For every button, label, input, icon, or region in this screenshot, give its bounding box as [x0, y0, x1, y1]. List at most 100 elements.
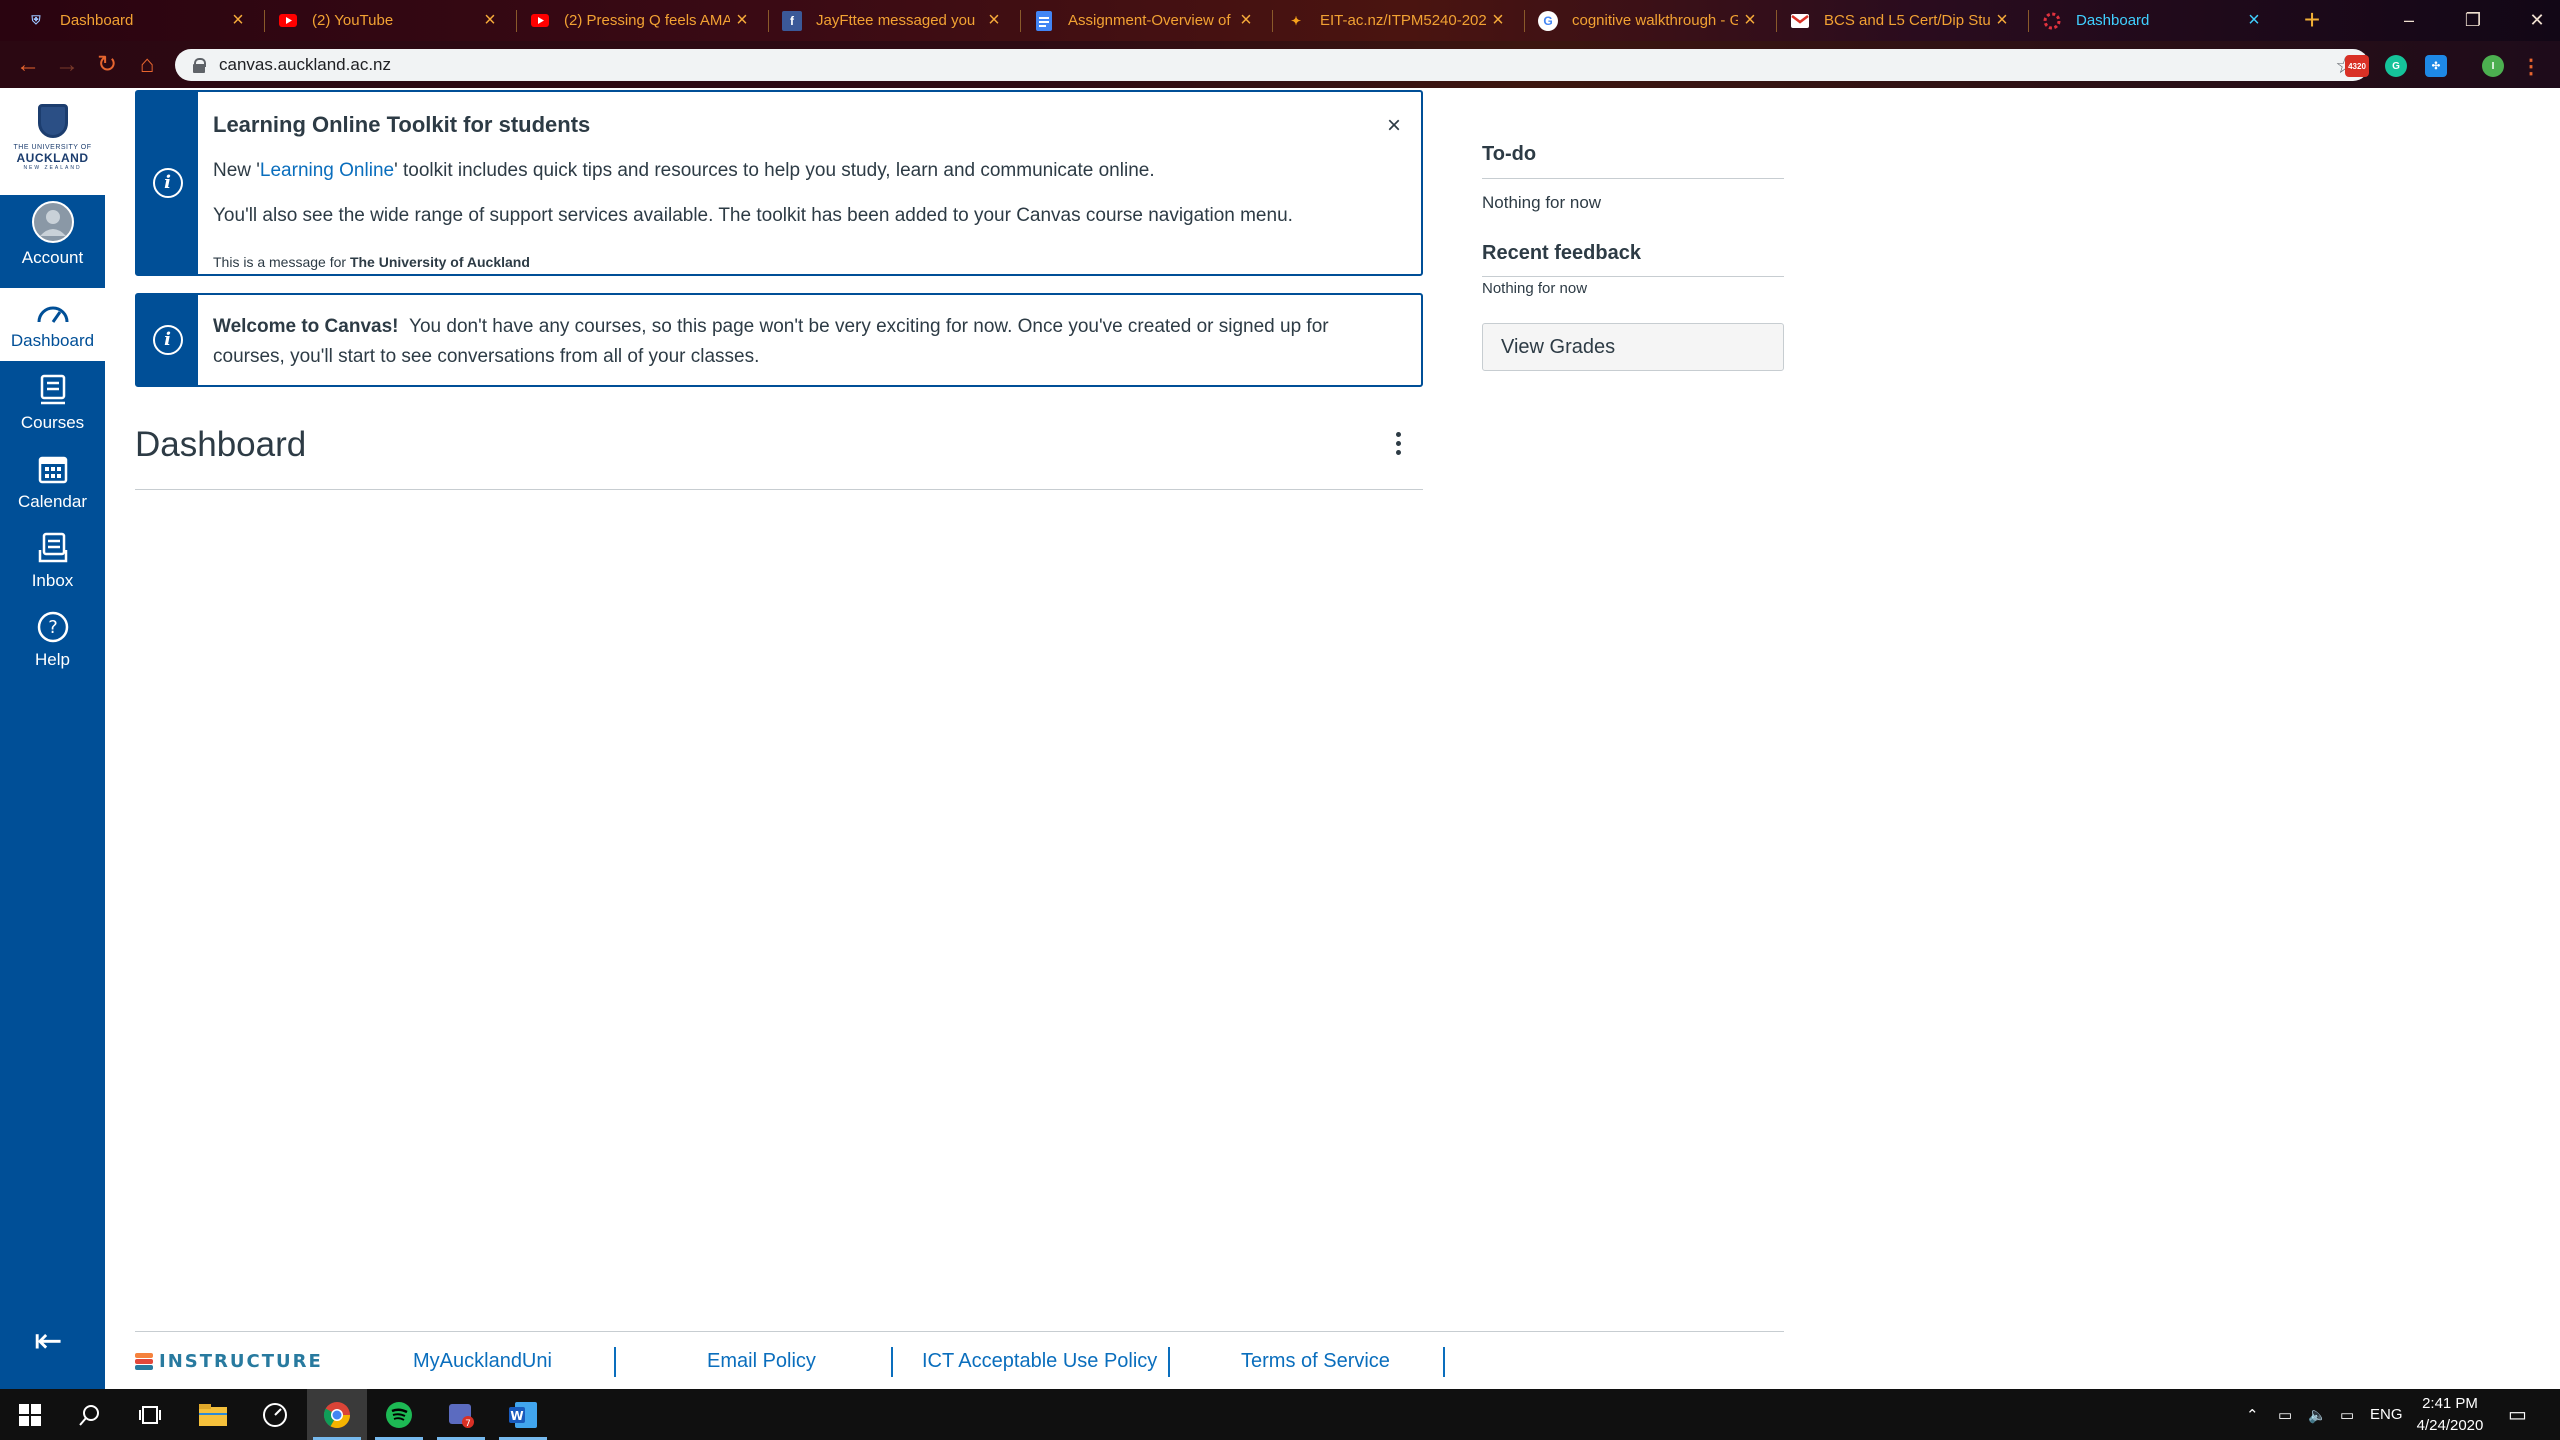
- grammarly-icon[interactable]: G: [2385, 55, 2407, 77]
- learning-online-link[interactable]: Learning Online: [260, 160, 394, 181]
- url-text: canvas.auckland.ac.nz: [219, 55, 391, 74]
- close-tab-icon[interactable]: ×: [1738, 9, 1762, 32]
- home-icon[interactable]: ⌂: [133, 51, 161, 79]
- browser-tab[interactable]: BCS and L5 Cert/Dip Stud ×: [1778, 0, 2020, 41]
- calendar-icon: [34, 450, 72, 488]
- browser-tab-strip: ⛨ Dashboard × (2) YouTube × (2) Pressing…: [0, 0, 2560, 41]
- nav-help[interactable]: ? Help: [0, 608, 105, 670]
- system-clock[interactable]: 2:41 PM 4/24/2020: [2400, 1393, 2500, 1437]
- nav-courses[interactable]: Courses: [0, 371, 105, 433]
- global-navigation: THE UNIVERSITY OF AUCKLAND NEW ZEALAND A…: [0, 88, 105, 1389]
- close-announcement-button[interactable]: ×: [1387, 112, 1401, 140]
- inbox-icon: [34, 529, 72, 567]
- announcement-text: New 'Learning Online' toolkit includes q…: [213, 160, 1155, 182]
- logo-line: THE UNIVERSITY OF: [13, 144, 92, 151]
- close-tab-icon[interactable]: ×: [226, 9, 250, 32]
- announcement-text: You'll also see the wide range of suppor…: [213, 205, 1293, 226]
- dashboard-options-icon[interactable]: [1388, 432, 1408, 462]
- close-tab-icon[interactable]: ×: [1486, 9, 1510, 32]
- notification-center-icon[interactable]: ▭: [2508, 1389, 2527, 1440]
- address-bar[interactable]: canvas.auckland.ac.nz ☆: [175, 49, 2369, 81]
- nav-inbox[interactable]: Inbox: [0, 529, 105, 591]
- browser-tab[interactable]: (2) Pressing Q feels AMAZ ×: [518, 0, 760, 41]
- page-title: Dashboard: [135, 425, 307, 464]
- window-close-icon[interactable]: ✕: [2514, 0, 2560, 41]
- footer-separator: [891, 1347, 893, 1377]
- windows-taskbar: 7 W: [0, 1389, 2560, 1440]
- browser-tab[interactable]: Assignment-Overview of ×: [1022, 0, 1264, 41]
- instructure-logo[interactable]: INSTRUCTURE: [135, 1351, 323, 1372]
- clock-time: 2:41 PM: [2422, 1395, 2478, 1412]
- info-icon: i: [152, 325, 183, 355]
- task-view-icon[interactable]: [120, 1389, 180, 1440]
- forward-arrow-icon[interactable]: →: [53, 51, 81, 79]
- close-tab-icon[interactable]: ×: [2242, 9, 2266, 32]
- close-tab-icon[interactable]: ×: [1990, 9, 2014, 32]
- close-tab-icon[interactable]: ×: [478, 9, 502, 32]
- footer-separator: [614, 1347, 616, 1377]
- close-tab-icon[interactable]: ×: [982, 9, 1006, 32]
- browser-tab[interactable]: G cognitive walkthrough - G ×: [1526, 0, 1768, 41]
- tab-separator: [264, 10, 265, 32]
- collapse-nav-icon[interactable]: ⇤: [34, 1321, 63, 1361]
- tab-separator: [1020, 10, 1021, 32]
- announcement-footer: This is a message for The University of …: [213, 254, 530, 270]
- view-grades-button[interactable]: View Grades: [1482, 323, 1784, 371]
- network-icon[interactable]: ▭: [2340, 1389, 2354, 1440]
- nav-calendar[interactable]: Calendar: [0, 450, 105, 512]
- extension-badge-icon[interactable]: 4320: [2345, 55, 2369, 77]
- nav-label: Dashboard: [10, 331, 95, 350]
- close-tab-icon[interactable]: ×: [1234, 9, 1258, 32]
- google-icon: G: [1538, 10, 1558, 31]
- announcement-bar: i: [137, 295, 198, 385]
- search-icon[interactable]: [60, 1389, 120, 1440]
- announcement-title: Learning Online Toolkit for students: [213, 112, 591, 137]
- tray-chevron-icon[interactable]: ⌃: [2246, 1389, 2259, 1440]
- nav-dashboard[interactable]: Dashboard: [0, 288, 105, 361]
- footer-link-ict-policy[interactable]: ICT Acceptable Use Policy: [922, 1350, 1157, 1373]
- reload-icon[interactable]: ↻: [93, 51, 121, 79]
- browser-tab[interactable]: f JayFttee messaged you ×: [770, 0, 1012, 41]
- word-icon[interactable]: W: [493, 1389, 553, 1440]
- toolkit-announcement: i Learning Online Toolkit for students N…: [135, 90, 1423, 276]
- browser-tab-active[interactable]: Dashboard ×: [2030, 0, 2272, 41]
- announcement-text-prefix: New ': [213, 160, 260, 181]
- todo-empty-text: Nothing for now: [1482, 193, 1602, 212]
- footer-org: The University of Auckland: [349, 254, 530, 270]
- todo-heading: To-do: [1482, 143, 1537, 165]
- browser-tab[interactable]: ✦ EIT-ac.nz/ITPM5240-2020 ×: [1274, 0, 1516, 41]
- close-tab-icon[interactable]: ×: [730, 9, 754, 32]
- announcement-text-suffix: ' toolkit includes quick tips and resour…: [394, 160, 1155, 181]
- welcome-text: Welcome to Canvas! You don't have any co…: [213, 312, 1393, 372]
- spotify-icon[interactable]: [369, 1389, 429, 1440]
- nav-label: Inbox: [31, 571, 74, 590]
- volume-icon[interactable]: 🔈: [2308, 1389, 2327, 1440]
- restore-icon[interactable]: ❐: [2450, 0, 2496, 41]
- input-language[interactable]: ENG: [2370, 1389, 2403, 1440]
- footer-link-myaucklanduni[interactable]: MyAucklandUni: [413, 1350, 552, 1373]
- university-logo[interactable]: THE UNIVERSITY OF AUCKLAND NEW ZEALAND: [0, 88, 105, 195]
- back-arrow-icon[interactable]: ←: [14, 51, 42, 79]
- browser-menu-icon[interactable]: ⋮: [2520, 55, 2542, 78]
- file-explorer-icon[interactable]: [183, 1389, 243, 1440]
- footer-link-terms[interactable]: Terms of Service: [1241, 1350, 1390, 1373]
- minimize-icon[interactable]: –: [2386, 0, 2432, 41]
- nav-label: Calendar: [18, 492, 87, 511]
- youtube-icon: [278, 11, 298, 31]
- facebook-icon: f: [782, 10, 802, 31]
- snip-sketch-icon[interactable]: 7: [431, 1389, 491, 1440]
- extension-icon[interactable]: ✣: [2425, 55, 2447, 77]
- new-tab-button[interactable]: +: [2297, 4, 2327, 36]
- footer-prefix: This is a message for: [213, 254, 350, 270]
- tab-separator: [1272, 10, 1273, 32]
- profile-avatar[interactable]: I: [2482, 55, 2504, 77]
- browser-tab[interactable]: ⛨ Dashboard ×: [14, 0, 256, 41]
- windows-start-icon[interactable]: [0, 1389, 60, 1440]
- battery-icon[interactable]: ▭: [2278, 1389, 2292, 1440]
- footer-link-email-policy[interactable]: Email Policy: [707, 1350, 816, 1373]
- welcome-announcement: i Welcome to Canvas! You don't have any …: [135, 293, 1423, 387]
- browser-tab[interactable]: (2) YouTube ×: [266, 0, 508, 41]
- nav-account[interactable]: Account: [0, 200, 105, 268]
- chrome-icon[interactable]: [307, 1389, 367, 1440]
- speed-gauge-icon[interactable]: [245, 1389, 305, 1440]
